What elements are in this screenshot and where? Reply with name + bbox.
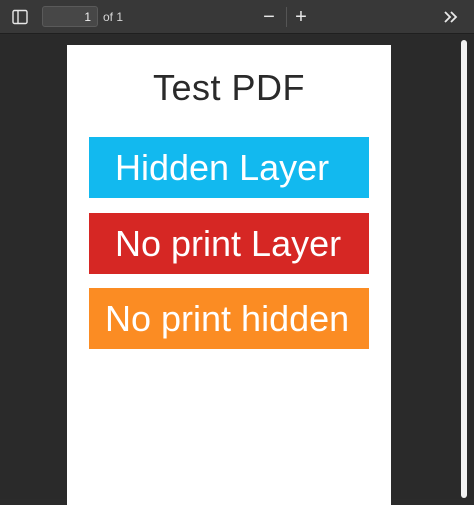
zoom-out-button[interactable]: −	[260, 7, 278, 27]
toolbar-separator	[286, 7, 287, 27]
pdf-toolbar: of 1 − +	[0, 0, 474, 34]
scrollbar-thumb[interactable]	[461, 40, 467, 498]
document-title: Test PDF	[152, 67, 306, 108]
zoom-in-button[interactable]: +	[292, 7, 310, 27]
document-viewer[interactable]: Test PDF Hidden Layer No print Layer No …	[0, 35, 474, 505]
hidden-layer-block: Hidden Layer	[89, 137, 369, 198]
no-print-hidden-block: No print hidden	[89, 288, 369, 349]
vertical-scrollbar[interactable]	[458, 36, 470, 499]
double-chevron-right-icon[interactable]	[440, 7, 462, 27]
sidebar-toggle-icon[interactable]	[10, 8, 30, 26]
page-number-input[interactable]	[42, 6, 98, 27]
pdf-page: Test PDF Hidden Layer No print Layer No …	[67, 45, 391, 505]
page-total-label: of 1	[103, 10, 124, 24]
no-print-layer-block: No print Layer	[89, 213, 369, 274]
